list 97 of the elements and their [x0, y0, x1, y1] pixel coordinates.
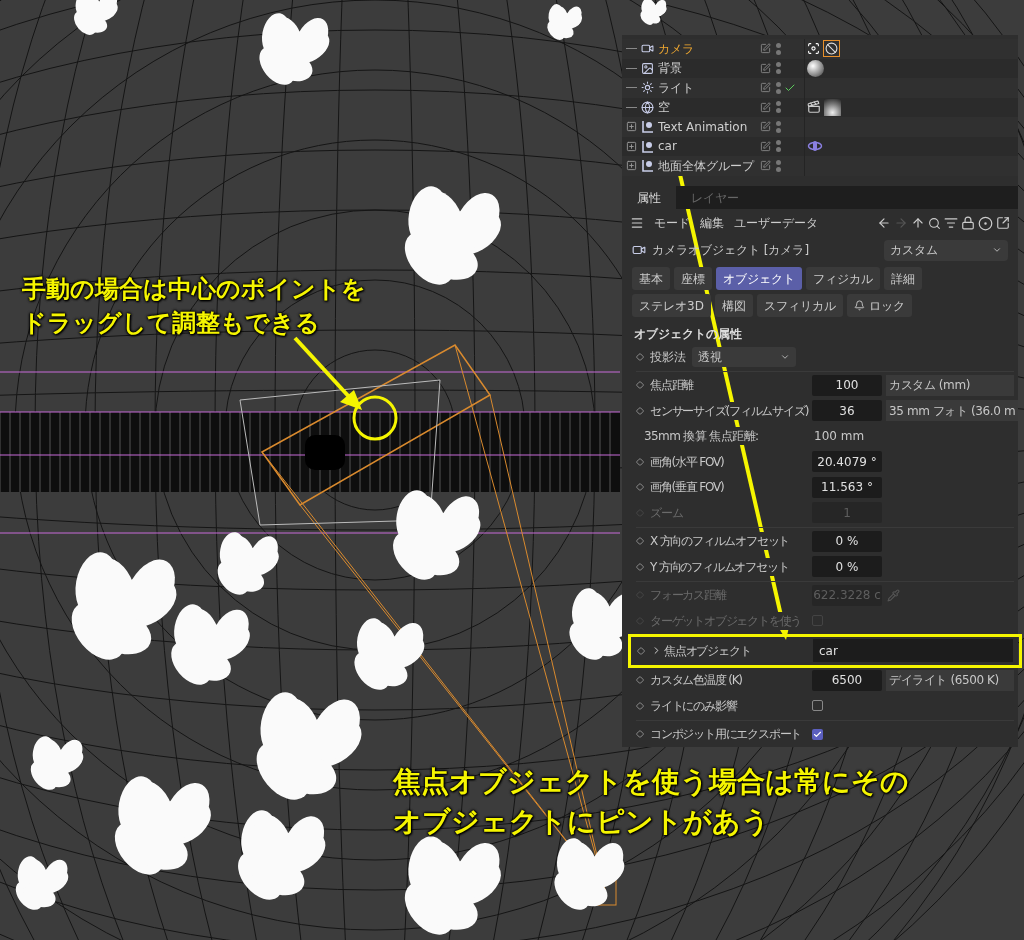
- number-field[interactable]: 0 %: [812, 530, 882, 552]
- preset-dropdown[interactable]: カスタム: [884, 239, 1008, 261]
- menu-item[interactable]: ユーザーデータ: [734, 214, 818, 233]
- param-label: X 方向のフィルムオフセット: [650, 532, 790, 551]
- page-tab[interactable]: 詳細: [884, 267, 922, 290]
- manager-tab[interactable]: 属性: [622, 185, 676, 210]
- edit-icon[interactable]: [760, 43, 771, 55]
- object-name[interactable]: カメラ: [658, 39, 694, 58]
- object-name[interactable]: 背景: [658, 59, 682, 78]
- page-tab[interactable]: オブジェクト: [716, 267, 802, 290]
- link-field[interactable]: car: [813, 639, 1013, 662]
- keyframe-icon[interactable]: [636, 537, 644, 546]
- flower-shape: [354, 618, 425, 690]
- edit-icon[interactable]: [760, 82, 771, 94]
- edit-icon[interactable]: [760, 160, 771, 172]
- flower-shape: [74, 0, 118, 35]
- keyframe-icon[interactable]: [636, 352, 644, 361]
- keyframe-icon[interactable]: [636, 701, 644, 710]
- pop-out-icon[interactable]: [996, 216, 1010, 231]
- visibility-dots-icon[interactable]: [776, 101, 781, 114]
- object-name[interactable]: ライト: [658, 78, 694, 97]
- number-field[interactable]: 36: [812, 400, 882, 422]
- visibility-dots-icon[interactable]: [776, 140, 781, 153]
- highlight-circle: [352, 395, 398, 441]
- visibility-dots-icon[interactable]: [776, 62, 781, 75]
- keyframe-icon[interactable]: [636, 730, 644, 739]
- search-icon[interactable]: [928, 216, 941, 230]
- null-object-icon: [641, 159, 654, 173]
- keyframe-icon[interactable]: [636, 562, 644, 571]
- preset-dropdown[interactable]: デイライト (6500 K): [886, 669, 1014, 691]
- keyframe-icon[interactable]: [637, 646, 645, 655]
- keyframe-icon[interactable]: [636, 483, 644, 492]
- preset-dropdown[interactable]: 35 mm フォト (36.0 m: [886, 400, 1019, 422]
- sun-icon: [641, 81, 654, 95]
- page-tab[interactable]: フィジカル: [806, 267, 880, 290]
- flower-shape: [259, 13, 330, 85]
- keyframe-icon[interactable]: [636, 676, 644, 685]
- param-label: Y 方向のフィルムオフセット: [650, 557, 789, 576]
- target-circle-icon[interactable]: [978, 215, 993, 231]
- null-object-icon: [641, 120, 654, 134]
- object-name[interactable]: 地面全体グループ: [658, 156, 754, 175]
- flower-shape: [217, 532, 279, 595]
- number-field[interactable]: 0 %: [812, 556, 882, 578]
- keyframe-icon[interactable]: [636, 457, 644, 466]
- visibility-dots-icon[interactable]: [776, 42, 781, 55]
- null-object-icon: [641, 139, 654, 153]
- clapperboard-icon[interactable]: [807, 100, 821, 115]
- param-value: 100 mm: [813, 428, 865, 446]
- keyframe-icon[interactable]: [636, 406, 644, 415]
- flower-shape: [640, 0, 667, 25]
- edit-icon[interactable]: [760, 140, 771, 152]
- number-field[interactable]: 6500: [812, 669, 882, 691]
- callout-text: 手動の場合は中心のポイントを ドラッグして調整もできる: [22, 274, 366, 339]
- projection-dropdown[interactable]: 透視: [692, 346, 796, 367]
- visibility-dots-icon[interactable]: [776, 81, 781, 94]
- flower-shape: [554, 838, 625, 910]
- keyframe-icon[interactable]: [636, 381, 644, 390]
- edit-icon[interactable]: [760, 101, 771, 113]
- page-tab[interactable]: 基本: [632, 267, 670, 290]
- number-field[interactable]: 11.563 °: [812, 476, 882, 498]
- visibility-dots-icon[interactable]: [776, 120, 781, 133]
- flower-shape: [15, 856, 69, 910]
- expand-icon[interactable]: [626, 121, 637, 133]
- param-label: 35mm 換算 焦点距離:: [644, 427, 759, 446]
- menu-item[interactable]: モード: [654, 214, 690, 233]
- object-name[interactable]: Text Animation: [658, 117, 748, 136]
- number-field[interactable]: 100: [812, 374, 882, 396]
- image-icon: [641, 61, 654, 75]
- target-tag-icon[interactable]: [807, 42, 820, 56]
- lock-icon[interactable]: [961, 216, 975, 231]
- visibility-dots-icon[interactable]: [776, 159, 781, 172]
- flower-shape: [547, 4, 583, 40]
- number-field[interactable]: 20.4079 °: [812, 451, 882, 473]
- page-tab[interactable]: 座標: [674, 267, 712, 290]
- preset-dropdown[interactable]: カスタム (mm): [886, 374, 1014, 396]
- checkbox[interactable]: [812, 700, 823, 712]
- expand-icon[interactable]: [626, 140, 637, 152]
- menu-item[interactable]: 編集: [700, 214, 724, 233]
- menu-icon[interactable]: [630, 216, 644, 231]
- checkbox[interactable]: [812, 728, 823, 740]
- object-name[interactable]: 空: [658, 98, 670, 117]
- edit-icon[interactable]: [760, 62, 771, 74]
- globe-icon: [641, 100, 654, 114]
- orbit-tag-icon[interactable]: [807, 140, 823, 153]
- sky-material-icon[interactable]: [824, 98, 841, 116]
- object-name[interactable]: car: [658, 137, 677, 156]
- filter-icon[interactable]: [944, 216, 958, 231]
- page-tab[interactable]: 構図: [714, 294, 753, 317]
- edit-icon[interactable]: [760, 121, 771, 133]
- page-tab[interactable]: スフィリカル: [756, 294, 843, 317]
- expand-icon[interactable]: [626, 160, 637, 172]
- page-tab[interactable]: ステレオ3D: [632, 294, 711, 317]
- flower-shape: [30, 736, 84, 790]
- bell-icon: [853, 300, 865, 311]
- param-label: センサーサイズ(フィルムサイズ): [650, 401, 809, 420]
- page-tab[interactable]: ロック: [846, 294, 912, 317]
- prohibited-tag-icon[interactable]: [823, 40, 840, 58]
